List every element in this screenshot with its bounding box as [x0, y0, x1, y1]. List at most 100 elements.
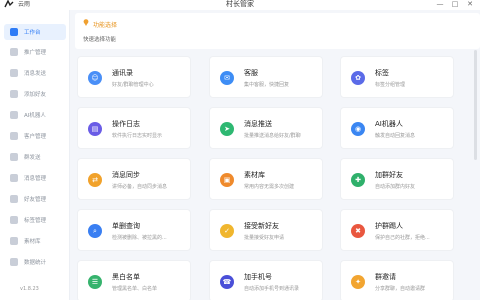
sidebar-item-tags[interactable]: 标签管理 [4, 212, 66, 228]
card-title: 操作日志 [112, 120, 140, 128]
sidebar-item-promotion[interactable]: 推广管理 [4, 44, 66, 60]
sidebar-item-label: 消息管理 [24, 176, 47, 182]
location-pin-icon [83, 19, 89, 26]
list-icon: ☰ [88, 275, 102, 289]
card-desc: 标签分组管理 [375, 82, 406, 88]
sidebar-item-label: 消息发送 [24, 71, 47, 77]
sidebar-item-label: 群发送 [24, 155, 41, 161]
tag-icon: ✿ [351, 71, 365, 85]
card-ai-bot[interactable]: ◉ AI机器人 触发自动回复消息 [340, 107, 454, 149]
card-group-guard[interactable]: ✖ 护群踢人 保护自己的社群，拒绝... [340, 209, 454, 251]
card-title: 消息同步 [112, 171, 140, 179]
card-title: 黑白名单 [112, 273, 140, 281]
customer-service-icon: ✉ [220, 71, 234, 85]
card-title: 客服 [244, 69, 258, 77]
sidebar-item-workbench[interactable]: 工作台 [4, 24, 66, 40]
sidebar-item-label: 客户管理 [24, 134, 47, 140]
sidebar-item-friends[interactable]: 好友管理 [4, 191, 66, 207]
function-subtitle: 快速选择功能 [83, 37, 117, 43]
card-title: 群邀请 [375, 273, 396, 281]
window-title: 村长管家 [226, 0, 254, 8]
search-icon: ⌕ [88, 224, 102, 238]
minimize-button[interactable]: — [434, 0, 446, 9]
card-desc: 分享群聊，自动邀请群 [375, 286, 426, 292]
card-title: 护群踢人 [375, 222, 403, 230]
sidebar-item-label: AI机器人 [24, 113, 46, 119]
scroll-thumb[interactable] [474, 50, 477, 160]
sidebar-item-label: 工作台 [24, 30, 41, 36]
sidebar-item-add-friend[interactable]: 添加好友 [4, 86, 66, 102]
promotion-icon [10, 48, 18, 56]
chart-icon [10, 258, 18, 266]
sidebar-item-label: 标签管理 [24, 218, 47, 224]
contacts-icon: ☺ [88, 71, 102, 85]
card-desc: 触发自动回复消息 [375, 133, 416, 139]
sidebar-item-label: 素材库 [24, 239, 41, 245]
sidebar-item-message-send[interactable]: 消息发送 [4, 65, 66, 81]
card-message-push[interactable]: ➤ 消息推送 批量推送消息给好友/群聊 [209, 107, 323, 149]
sidebar-item-messages[interactable]: 消息管理 [4, 170, 66, 186]
card-add-group-friends[interactable]: ✚ 加群好友 自动添加群内好友 [340, 158, 454, 200]
card-title: 单删查询 [112, 222, 140, 230]
folder-icon: ▣ [220, 173, 234, 187]
card-title: AI机器人 [375, 120, 403, 128]
card-desc: 批量推送消息给好友/群聊 [244, 133, 301, 139]
sidebar-item-group-send[interactable]: 群发送 [4, 149, 66, 165]
card-tags[interactable]: ✿ 标签 标签分组管理 [340, 56, 454, 98]
card-accept-friends[interactable]: ✓ 接受新好友 批量接受好友申请 [209, 209, 323, 251]
robot-icon: ◉ [351, 122, 365, 136]
card-desc: 管理黑名单、白名单 [112, 286, 158, 292]
card-group-invite[interactable]: ✦ 群邀请 分享群聊，自动邀请群 [340, 260, 454, 300]
friends-icon [10, 195, 18, 203]
log-icon: ▤ [88, 122, 102, 136]
message-send-icon [10, 69, 18, 77]
card-black-white-list[interactable]: ☰ 黑白名单 管理黑名单、白名单 [77, 260, 191, 300]
function-header: 功能选择 快速选择功能 [75, 13, 480, 49]
messages-icon [10, 174, 18, 182]
tag-icon [10, 216, 18, 224]
sidebar-item-label: 好友管理 [24, 197, 47, 203]
kick-user-icon: ✖ [351, 224, 365, 238]
sidebar-item-label: 推广管理 [24, 50, 47, 56]
card-title: 素材库 [244, 171, 265, 179]
card-operation-log[interactable]: ▤ 操作日志 软件执行日志实时显示 [77, 107, 191, 149]
card-deleted-check[interactable]: ⌕ 单删查询 检测被删除、被拉黑的... [77, 209, 191, 251]
customer-icon [10, 132, 18, 140]
card-material-library[interactable]: ▣ 素材库 常用内容无需多次创建 [209, 158, 323, 200]
card-title: 加手机号 [244, 273, 272, 281]
material-icon [10, 237, 18, 245]
main-content: 功能选择 快速选择功能 ☺ 通讯录 好友/群聊管理中心 ✉ 客服 集中客服，快捷… [70, 10, 480, 300]
card-add-phone[interactable]: ☎ 加手机号 自动添加手机号到通讯录 [209, 260, 323, 300]
card-desc: 保护自己的社群，拒绝... [375, 235, 430, 241]
maximize-button[interactable]: □ [449, 0, 461, 9]
close-button[interactable]: ✕ [464, 0, 476, 9]
sidebar: 工作台 推广管理 消息发送 添加好友 AI机器人 客户管理 群发送 消息管理 好… [0, 10, 70, 300]
card-message-sync[interactable]: ⇄ 消息同步 讲师必备，自动同步消息 [77, 158, 191, 200]
card-desc: 自动添加群内好友 [375, 184, 416, 190]
card-desc: 批量接受好友申请 [244, 235, 285, 241]
push-icon: ➤ [220, 122, 234, 136]
scrollbar[interactable] [474, 10, 478, 300]
card-title: 通讯录 [112, 69, 133, 77]
robot-icon [10, 111, 18, 119]
sync-icon: ⇄ [88, 173, 102, 187]
sidebar-item-materials[interactable]: 素材库 [4, 233, 66, 249]
card-desc: 检测被删除、被拉黑的... [112, 235, 167, 241]
add-user-icon: ✚ [351, 173, 365, 187]
workbench-icon [10, 28, 18, 36]
card-desc: 软件执行日志实时显示 [112, 133, 163, 139]
card-contacts[interactable]: ☺ 通讯录 好友/群聊管理中心 [77, 56, 191, 98]
title-bar: 云雨 村长管家 — □ ✕ [0, 0, 480, 10]
add-friend-icon [10, 90, 18, 98]
accept-user-icon: ✓ [220, 224, 234, 238]
sidebar-item-customers[interactable]: 客户管理 [4, 128, 66, 144]
sidebar-item-ai-bot[interactable]: AI机器人 [4, 107, 66, 123]
invite-icon: ✦ [351, 275, 365, 289]
card-customer-service[interactable]: ✉ 客服 集中客服，快捷回复 [209, 56, 323, 98]
card-desc: 常用内容无需多次创建 [244, 184, 295, 190]
card-desc: 好友/群聊管理中心 [112, 82, 154, 88]
sidebar-item-statistics[interactable]: 数据统计 [4, 254, 66, 270]
group-send-icon [10, 153, 18, 161]
version-label: v1.8.23 [20, 286, 39, 292]
card-title: 加群好友 [375, 171, 403, 179]
